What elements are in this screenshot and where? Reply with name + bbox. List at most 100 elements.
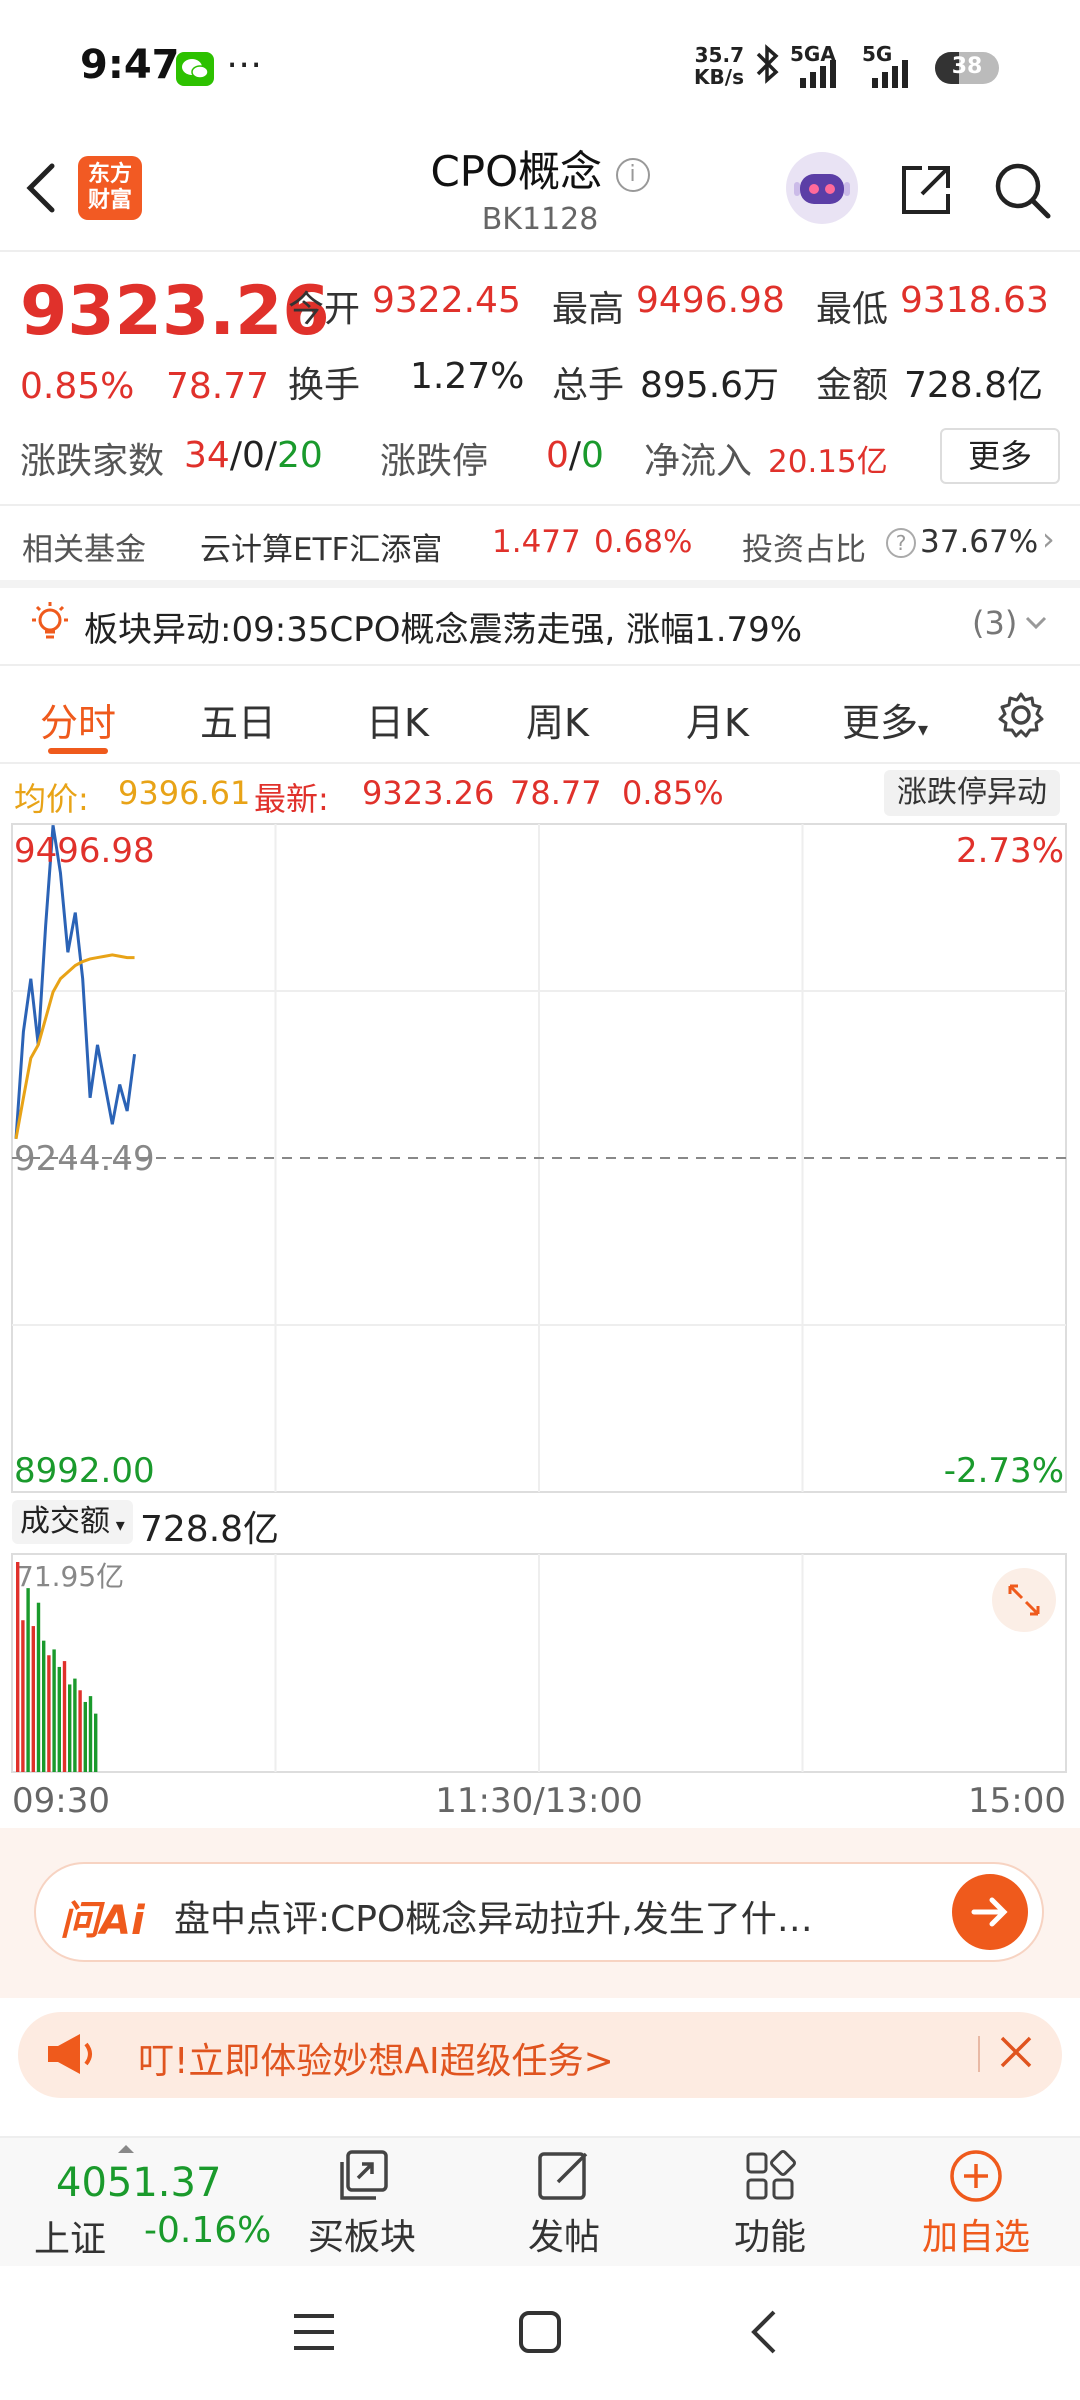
- volume-bar: [83, 1701, 87, 1772]
- fund-name: 云计算ETF汇添富: [200, 532, 443, 568]
- divider: [0, 762, 1080, 764]
- x-tick-open: 09:30: [12, 1781, 110, 1820]
- change-amount: 78.77: [166, 366, 270, 407]
- limit-label: 涨跌停: [380, 441, 489, 482]
- bulb-icon: [28, 600, 72, 644]
- status-bar: 9:47 ⋯ 35.7 KB/s 5GA 5G 38: [0, 0, 1080, 130]
- quote-more-button[interactable]: 更多: [940, 428, 1060, 484]
- volume-bar: [73, 1678, 77, 1772]
- ai-assistant-avatar[interactable]: [786, 152, 858, 224]
- intraday-chart[interactable]: 9496.98 9244.49 8992.00 2.73% -2.73% 71.95亿 09…: [0, 820, 1080, 1820]
- tab-month-k[interactable]: 月K: [686, 692, 749, 747]
- volume-bar: [62, 1661, 67, 1772]
- volume-bar: [57, 1666, 61, 1772]
- open-label: 今开: [288, 289, 361, 330]
- alert-count: (3): [972, 604, 1018, 642]
- chevron-right-icon: ›: [1042, 520, 1055, 558]
- functions-button[interactable]: 功能: [690, 2144, 850, 2260]
- tab-more[interactable]: 更多▾: [842, 692, 928, 747]
- volume-bar: [36, 1602, 41, 1772]
- volume-value: 895.6万: [640, 365, 780, 406]
- fund-ratio: 37.67%: [920, 524, 1039, 560]
- x-tick-close: 15:00: [968, 1781, 1066, 1820]
- high-label: 最高: [552, 289, 625, 330]
- fund-label: 相关基金: [22, 532, 146, 568]
- info-icon[interactable]: i: [615, 157, 650, 192]
- divider: [978, 2036, 980, 2072]
- sector-alert[interactable]: 板块异动:09:35CPO概念震荡走强, 涨幅1.79%: [84, 602, 802, 651]
- volume-bar: [88, 1696, 93, 1772]
- fund-price: 1.477: [492, 524, 581, 560]
- arrow-right-icon[interactable]: [952, 1874, 1028, 1950]
- close-icon[interactable]: [994, 2030, 1038, 2074]
- high-value: 9496.98: [636, 280, 785, 321]
- chevron-down-icon[interactable]: [1022, 608, 1050, 640]
- y-tick-mid: 9244.49: [14, 1139, 155, 1179]
- nav-back-icon[interactable]: [744, 2308, 784, 2360]
- volume-selector[interactable]: 成交额 ▾: [12, 1500, 133, 1544]
- fund-ratio-label: 投资占比: [742, 532, 866, 568]
- latest-pct: 0.85%: [622, 774, 724, 812]
- price-line: [14, 825, 137, 1139]
- tab-intraday[interactable]: 分时: [40, 692, 116, 747]
- post-button[interactable]: 发帖: [484, 2144, 644, 2260]
- volume-bar: [47, 1655, 51, 1772]
- volume-label: 总手: [552, 365, 625, 406]
- limit-alert-button[interactable]: 涨跌停异动: [884, 770, 1060, 816]
- caret-up-icon: [118, 2138, 134, 2153]
- gear-icon[interactable]: [996, 690, 1046, 740]
- change-pct: 0.85%: [20, 366, 135, 407]
- app-logo[interactable]: 东方 财富: [78, 156, 142, 220]
- signal-icon-2: [872, 60, 908, 88]
- plus-circle-icon: [944, 2144, 1008, 2208]
- turnover-value: 1.27%: [410, 356, 525, 397]
- related-fund-row[interactable]: 相关基金 云计算ETF汇添富 1.477 0.68% 投资占比 ? 37.67%…: [0, 506, 1080, 580]
- tab-week-k[interactable]: 周K: [526, 692, 589, 747]
- menu-icon[interactable]: [290, 2310, 338, 2358]
- ai-comment-text[interactable]: 盘中点评:CPO概念异动拉升,发生了什…: [174, 1890, 930, 1942]
- pct-tick-top: 2.73%: [956, 831, 1064, 871]
- volume-bar: [26, 1588, 30, 1772]
- back-button[interactable]: [22, 158, 62, 218]
- home-icon[interactable]: [516, 2308, 564, 2360]
- volume-bar: [21, 1620, 25, 1772]
- megaphone-icon: [44, 2030, 98, 2078]
- divider: [0, 664, 1080, 666]
- index-value[interactable]: 4051.37: [56, 2160, 221, 2206]
- grid-icon: [738, 2144, 802, 2208]
- latest-label: 最新:: [254, 780, 329, 818]
- tab-five-day[interactable]: 五日: [200, 692, 276, 747]
- avg-price-label: 均价:: [14, 780, 89, 818]
- volume-bar: [78, 1690, 82, 1772]
- tab-day-k[interactable]: 日K: [366, 692, 429, 747]
- more-notifications-icon: ⋯: [226, 44, 262, 85]
- buy-sector-icon: [330, 2144, 394, 2208]
- volume-bar: [31, 1626, 35, 1772]
- fund-pct: 0.68%: [594, 524, 693, 560]
- bluetooth-icon: [752, 44, 782, 93]
- volume-total: 728.8亿: [140, 1509, 280, 1550]
- promo-text[interactable]: 叮!立即体验妙想AI超级任务>: [138, 2032, 614, 2084]
- latest-chg: 78.77: [510, 774, 602, 812]
- volume-bar: [52, 1649, 56, 1772]
- system-nav-bar: [0, 2266, 1080, 2400]
- index-name[interactable]: 上证: [34, 2210, 106, 2262]
- updown-counts: 34/0/20: [184, 435, 323, 476]
- buy-sector-button[interactable]: 买板块: [282, 2144, 442, 2260]
- search-icon[interactable]: [992, 160, 1052, 220]
- expand-icon[interactable]: [992, 1568, 1056, 1632]
- active-tab-indicator: [48, 748, 108, 754]
- pct-tick-bottom: -2.73%: [944, 1451, 1064, 1491]
- volume-max-label: 71.95亿: [16, 1560, 124, 1593]
- index-change[interactable]: -0.16%: [144, 2210, 271, 2251]
- share-icon[interactable]: [896, 160, 956, 220]
- help-icon[interactable]: ?: [886, 528, 916, 558]
- volume-bar: [16, 1562, 20, 1772]
- avg-price: 9396.61: [118, 774, 251, 812]
- add-favorite-button[interactable]: 加自选: [896, 2144, 1056, 2260]
- divider: [0, 250, 1080, 252]
- clock: 9:47: [80, 42, 180, 88]
- signal-icon: [800, 60, 836, 88]
- y-tick-top: 9496.98: [14, 831, 155, 871]
- turnover-label: 换手: [288, 365, 361, 406]
